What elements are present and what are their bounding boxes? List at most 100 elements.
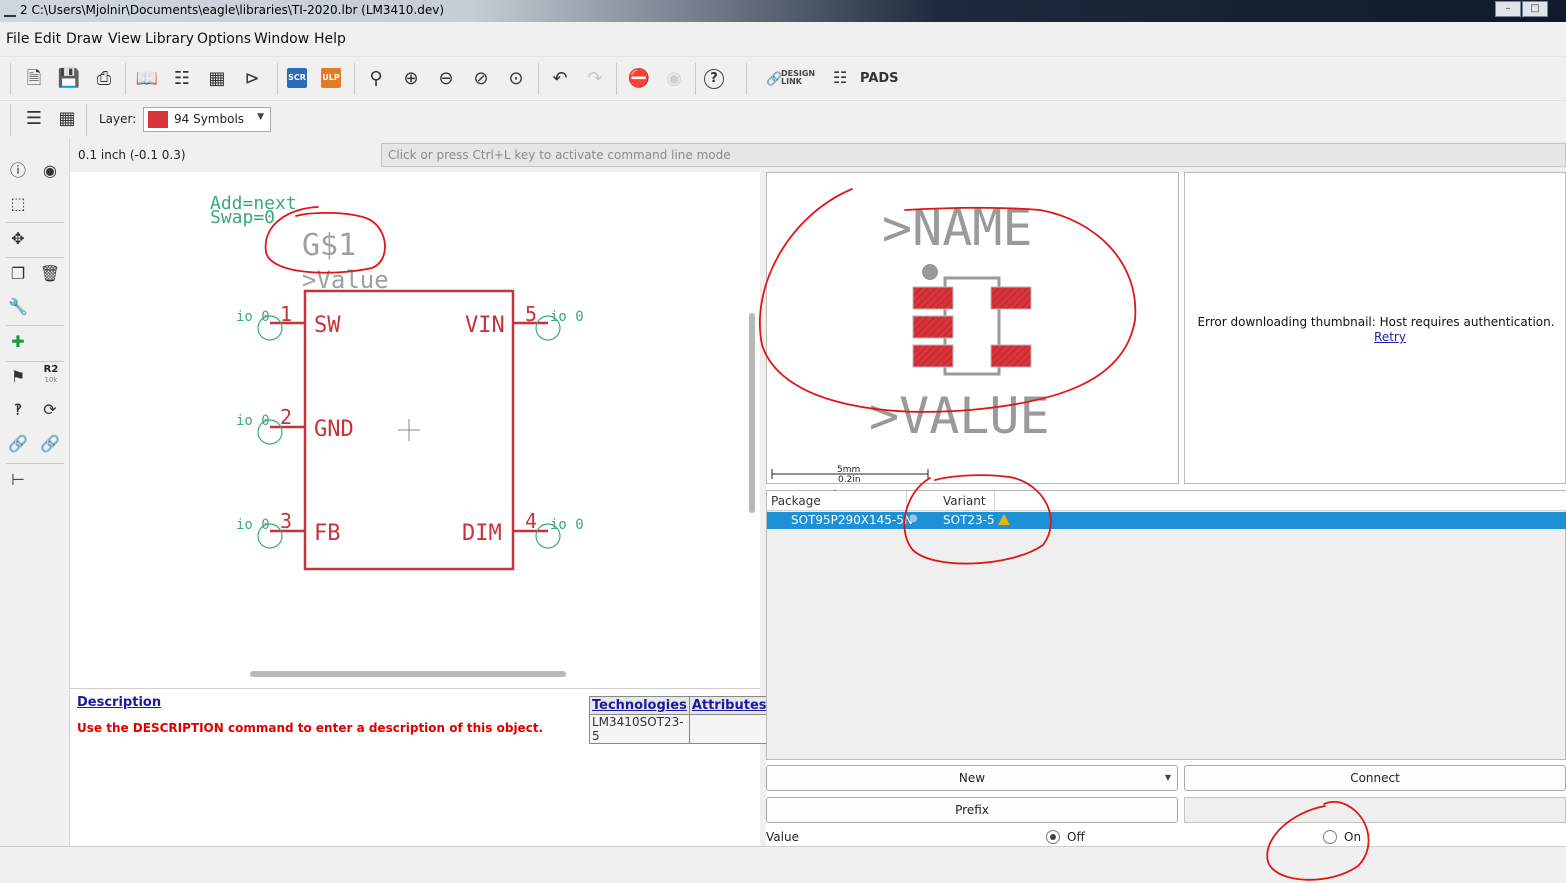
description-pane: Description Use the DESCRIPTION command … [70, 688, 770, 846]
prefix-button[interactable]: Prefix [766, 797, 1178, 823]
connect-icon[interactable]: 🔗 [6, 432, 30, 456]
value-label: Value [766, 830, 799, 844]
vertical-scrollbar[interactable] [749, 313, 755, 513]
symbol-icon[interactable]: ▦ [203, 65, 231, 93]
column-header-package[interactable]: Package [771, 494, 821, 508]
column-separator[interactable] [994, 491, 995, 511]
swap-icon[interactable]: ⟳ [38, 398, 62, 422]
table-header: Package ˆ Variant [767, 489, 1566, 511]
value-off-radio[interactable] [1046, 830, 1060, 844]
redo-icon[interactable]: ↷ [581, 65, 609, 93]
main-toolbar: 🗎 💾 ⎙ 📖 ☷ ▦ ⊳ SCR ULP ⚲ ⊕ ⊖ ⊘ ⊙ ↶ ↷ ⛔ ◉ … [0, 56, 1566, 100]
pin-number: 3 [280, 509, 292, 533]
toolbar-separator [695, 63, 696, 95]
undo-icon[interactable]: ↶ [546, 65, 574, 93]
pin-name: GND [314, 417, 354, 442]
smd-pad [990, 344, 1032, 368]
minimize-button[interactable]: – [1495, 1, 1521, 17]
save-icon[interactable]: 💾 [55, 65, 83, 93]
mark-icon[interactable]: ⊢ [6, 468, 30, 492]
description-link[interactable]: Description [77, 695, 161, 710]
zoom-area-icon[interactable]: ⊙ [502, 65, 530, 93]
package-icon[interactable]: ☷ [168, 65, 196, 93]
tool-sidebar: ⓘ ◉ ⬚ ✥ ❐ 🗑 🔧 ✚ ⚑ R2 10k ‽ ⟳ 🔗 🔗 ⊢ [0, 138, 70, 846]
pads-button[interactable]: PADS [860, 71, 899, 86]
pin-vin[interactable]: 5 VIN io 0 [465, 302, 584, 341]
table-row[interactable]: SOT95P290X145-5N ● SOT23-5 [767, 512, 1566, 529]
stop-icon[interactable]: ⛔ [625, 65, 653, 93]
disconnect-icon[interactable]: 🔗 [38, 432, 62, 456]
value-icon-label: R2 [43, 364, 59, 375]
select-icon[interactable]: ⬚ [6, 192, 30, 216]
pin-direction: io 0 [236, 413, 270, 429]
prefix-field[interactable] [1184, 797, 1566, 823]
table-row[interactable]: LM3410SOT23-5 [589, 714, 770, 744]
horizontal-scrollbar[interactable] [250, 671, 566, 677]
coordinate-readout: 0.1 inch (-0.1 0.3) [78, 148, 186, 162]
pads-icon: ☷ [833, 68, 848, 87]
go-icon[interactable]: ◉ [660, 65, 688, 93]
new-button-label: New [958, 771, 986, 785]
ulp-icon[interactable]: ULP [321, 68, 341, 88]
layers-icon[interactable]: ☰ [20, 105, 48, 133]
column-separator[interactable] [906, 491, 907, 511]
pin-dim[interactable]: 4 DIM io 0 [462, 509, 584, 549]
design-link-button[interactable]: DESIGN LINK [781, 70, 817, 86]
info-icon[interactable]: ⓘ [6, 159, 30, 183]
pin-number: 4 [525, 509, 537, 533]
show-icon[interactable]: ◉ [38, 159, 62, 183]
new-file-icon[interactable]: 🗎 [20, 65, 48, 93]
pin-sw[interactable]: 1 SW io 0 [236, 302, 341, 341]
zoom-redraw-icon[interactable]: ⊘ [467, 65, 495, 93]
symbol-canvas[interactable]: Add=next Swap=0 G$1 >Value 1 SW io 0 2 G… [70, 172, 760, 684]
value-on-radio[interactable] [1323, 830, 1337, 844]
change-icon[interactable]: 🔧 [6, 295, 30, 319]
sidebar-separator [6, 222, 64, 223]
pin-number: 2 [280, 405, 292, 429]
print-icon[interactable]: ⎙ [90, 65, 118, 93]
maximize-button[interactable]: □ [1522, 1, 1548, 17]
delete-icon[interactable]: 🗑 [38, 262, 62, 286]
copy-icon[interactable]: ❐ [6, 262, 30, 286]
tag-icon[interactable]: ⚑ [6, 365, 30, 389]
value-icon[interactable]: R2 10k [41, 365, 61, 385]
pin-fb[interactable]: 3 FB io 0 [236, 509, 341, 549]
open-library-icon[interactable]: 📖 [133, 65, 161, 93]
pin-direction: io 0 [550, 517, 584, 533]
value-icon-sub: 10k [44, 376, 58, 384]
menu-options[interactable]: Options [197, 31, 251, 47]
menu-view[interactable]: View [108, 31, 141, 47]
command-line-input[interactable]: Click or press Ctrl+L key to activate co… [381, 143, 1566, 167]
retry-link[interactable]: Retry [1185, 330, 1566, 344]
zoom-fit-icon[interactable]: ⚲ [362, 65, 390, 93]
name-icon[interactable]: ‽ [6, 398, 30, 422]
technologies-link[interactable]: Technologies [589, 696, 690, 715]
menu-file[interactable]: File [6, 31, 29, 47]
menu-window[interactable]: Window [254, 31, 309, 47]
layer-select[interactable]: 94 Symbols ▼ [143, 107, 271, 132]
menu-help[interactable]: Help [314, 31, 346, 47]
chevron-down-icon: ▼ [257, 112, 264, 122]
zoom-in-icon[interactable]: ⊕ [397, 65, 425, 93]
pin-name: SW [314, 313, 341, 338]
help-icon[interactable]: ? [704, 69, 724, 89]
smd-pad [912, 344, 954, 368]
grid-icon[interactable]: ▦ [53, 105, 81, 133]
move-icon[interactable]: ✥ [6, 227, 30, 251]
app-icon[interactable] [4, 5, 16, 17]
attributes-link[interactable]: Attributes [688, 696, 770, 715]
device-icon[interactable]: ⊳ [238, 65, 266, 93]
pin-gnd[interactable]: 2 GND io 0 [236, 405, 354, 445]
menu-library[interactable]: Library [145, 31, 194, 47]
column-header-variant[interactable]: Variant [943, 494, 986, 508]
script-icon[interactable]: SCR [287, 68, 307, 88]
layer-toolbar: ☰ ▦ Layer: 94 Symbols ▼ [0, 100, 1566, 138]
menu-edit[interactable]: Edit [34, 31, 61, 47]
add-gate-icon[interactable]: ✚ [6, 330, 30, 354]
connect-button[interactable]: Connect [1184, 765, 1566, 791]
scale-mm: 5mm [837, 465, 860, 475]
new-button[interactable]: New ▼ [766, 765, 1178, 791]
zoom-out-icon[interactable]: ⊖ [432, 65, 460, 93]
menu-draw[interactable]: Draw [66, 31, 103, 47]
command-row: 0.1 inch (-0.1 0.3) Click or press Ctrl+… [70, 138, 1566, 172]
